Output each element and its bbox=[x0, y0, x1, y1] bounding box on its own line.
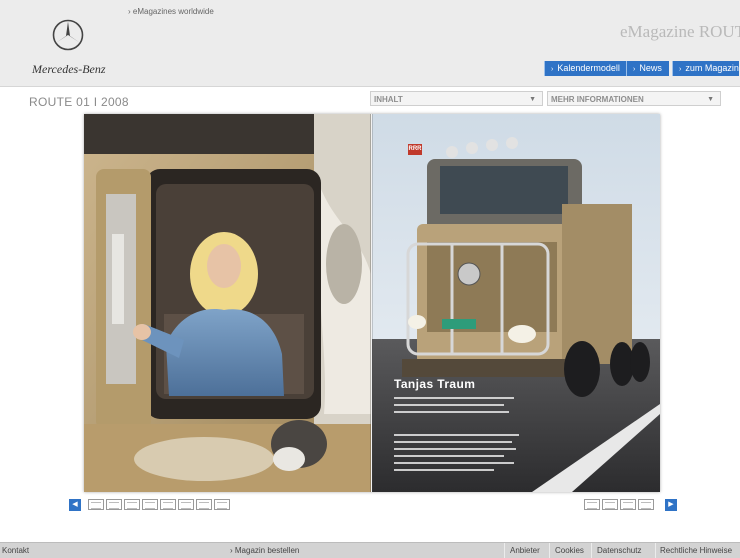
page-thumbnail[interactable] bbox=[178, 499, 194, 510]
page-thumbnail[interactable] bbox=[196, 499, 212, 510]
page-badge: RRR bbox=[408, 144, 422, 155]
page-thumbnail[interactable] bbox=[214, 499, 230, 510]
footer-cookies-link[interactable]: Cookies bbox=[555, 543, 584, 558]
mercedes-star-logo-icon[interactable] bbox=[52, 19, 84, 51]
truck-cab-photo bbox=[84, 114, 371, 492]
site-footer: Kontakt › Magazin bestellen Anbieter Coo… bbox=[0, 542, 740, 558]
inhalt-dropdown[interactable]: INHALT ▼ bbox=[370, 91, 543, 106]
arrow-right-icon: › bbox=[679, 66, 682, 73]
caret-down-icon: ▼ bbox=[707, 96, 714, 103]
footer-datenschutz-link[interactable]: Datenschutz bbox=[597, 543, 641, 558]
truck-photo bbox=[372, 114, 660, 492]
arrow-right-icon: › bbox=[551, 66, 554, 73]
page-thumbnail[interactable] bbox=[602, 499, 618, 510]
page-thumbnails-right bbox=[584, 499, 654, 511]
page-thumbnail[interactable] bbox=[584, 499, 600, 510]
arrow-right-icon: › bbox=[633, 66, 636, 73]
page-thumbnail[interactable] bbox=[106, 499, 122, 510]
footer-divider bbox=[549, 543, 550, 558]
left-page[interactable] bbox=[84, 114, 371, 492]
emagazines-worldwide-link[interactable]: › eMagazines worldwide bbox=[128, 7, 214, 16]
arrow-right-icon: ▶ bbox=[668, 501, 674, 508]
story-headline: Tanjas Traum bbox=[394, 377, 476, 391]
page-thumbnail[interactable] bbox=[620, 499, 636, 510]
page-thumbnail[interactable] bbox=[88, 499, 104, 510]
footer-anbieter-link[interactable]: Anbieter bbox=[510, 543, 540, 558]
footer-rechtliche-hinweise-link[interactable]: Rechtliche Hinweise bbox=[660, 543, 732, 558]
page-thumbnail[interactable] bbox=[638, 499, 654, 510]
footer-divider bbox=[504, 543, 505, 558]
brand-wordmark: Mercedes-Benz bbox=[32, 62, 106, 76]
nav-kalendermodell-button[interactable]: › Kalendermodell bbox=[544, 61, 627, 76]
nav-news-button[interactable]: › News bbox=[626, 61, 669, 76]
emagazine-title: eMagazine ROUTE bbox=[620, 22, 740, 41]
mehr-informationen-dropdown[interactable]: MEHR INFORMATIONEN ▼ bbox=[547, 91, 721, 106]
next-page-button[interactable]: ▶ bbox=[665, 499, 677, 511]
spine-shadow bbox=[370, 114, 373, 492]
page-thumbnail[interactable] bbox=[142, 499, 158, 510]
arrow-left-icon: ◀ bbox=[72, 501, 78, 508]
magazine-spread[interactable]: RRR Tanjas Traum bbox=[84, 114, 660, 492]
issue-title: ROUTE 01 I 2008 bbox=[29, 95, 129, 109]
page-thumbnails-left bbox=[88, 499, 230, 511]
prev-page-button[interactable]: ◀ bbox=[69, 499, 81, 511]
nav-zum-magazin-button[interactable]: › zum Magazin bbox=[672, 61, 739, 76]
footer-kontakt-link[interactable]: Kontakt bbox=[2, 543, 29, 558]
footer-magazin-bestellen-link[interactable]: › Magazin bestellen bbox=[230, 543, 299, 558]
right-page[interactable]: RRR Tanjas Traum bbox=[372, 114, 660, 492]
footer-divider bbox=[591, 543, 592, 558]
page-thumbnail[interactable] bbox=[160, 499, 176, 510]
site-header: Mercedes-Benz › eMagazines worldwide eMa… bbox=[0, 0, 740, 87]
footer-divider bbox=[655, 543, 656, 558]
page-thumbnail[interactable] bbox=[124, 499, 140, 510]
caret-down-icon: ▼ bbox=[529, 96, 536, 103]
